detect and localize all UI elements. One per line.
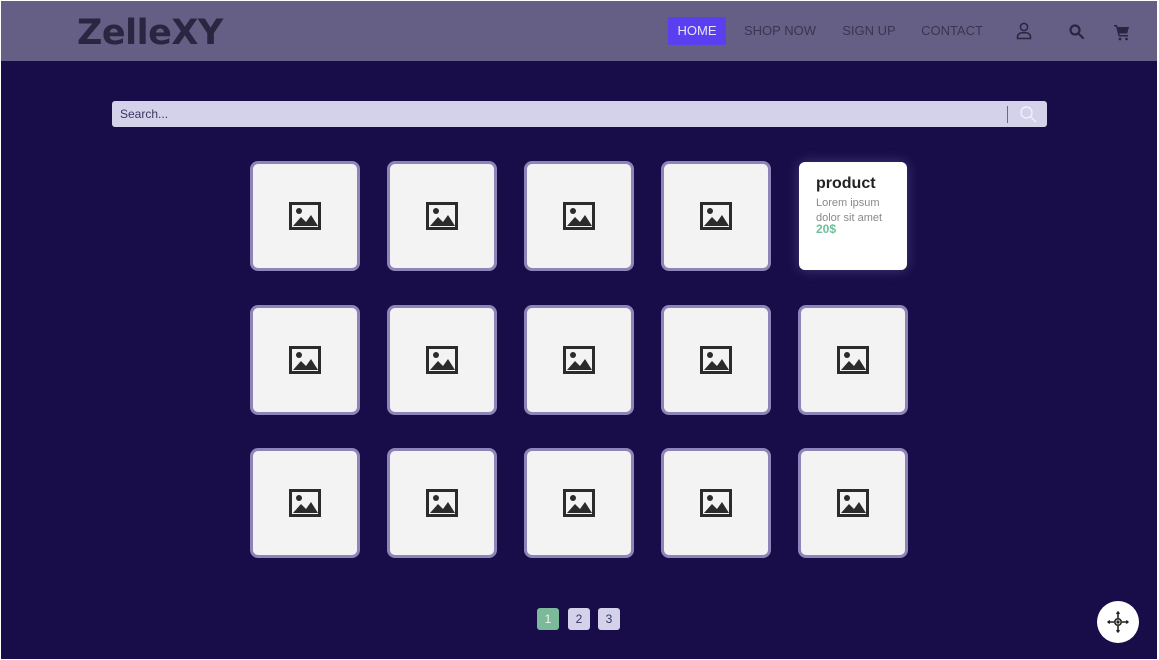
nav-sign-up[interactable]: SIGN UP [837,17,901,45]
product-card[interactable] [524,305,634,415]
image-placeholder-icon [700,489,732,517]
product-card-hovered[interactable]: product Lorem ipsum dolor sit amet 20$ [799,162,907,270]
search-bar [112,101,1047,127]
product-card[interactable] [387,161,497,271]
nav-home[interactable]: HOME [668,17,726,45]
search-submit-icon[interactable] [1018,105,1038,123]
logo[interactable]: ZelleXY [77,13,223,53]
image-placeholder-icon [563,346,595,374]
product-card[interactable] [250,305,360,415]
image-placeholder-icon [289,346,321,374]
product-card[interactable] [387,305,497,415]
product-card[interactable] [798,448,908,558]
page: ZelleXY HOME SHOP NOW SIGN UP CONTACT Se… [1,1,1157,659]
search-divider [1007,106,1008,123]
product-card[interactable] [250,161,360,271]
image-placeholder-icon [289,202,321,230]
product-card[interactable] [524,448,634,558]
image-placeholder-icon [426,489,458,517]
image-placeholder-icon [563,489,595,517]
image-placeholder-icon [289,489,321,517]
product-card[interactable] [387,448,497,558]
image-placeholder-icon [837,346,869,374]
product-card[interactable] [250,448,360,558]
accessibility-button[interactable] [1097,601,1139,643]
product-card[interactable] [661,305,771,415]
nav-contact[interactable]: CONTACT [917,17,987,45]
image-placeholder-icon [426,346,458,374]
page-1-button[interactable]: 1 [537,608,559,630]
product-card[interactable] [661,448,771,558]
image-placeholder-icon [563,202,595,230]
product-card[interactable] [661,161,771,271]
image-placeholder-icon [700,346,732,374]
product-price: 20$ [816,222,837,236]
product-title: product [816,175,876,192]
image-placeholder-icon [426,202,458,230]
navbar: ZelleXY HOME SHOP NOW SIGN UP CONTACT [1,1,1157,61]
user-icon[interactable] [1014,21,1034,41]
cart-icon[interactable] [1112,22,1132,42]
accessibility-icon [1106,610,1130,634]
search-input[interactable] [112,101,1002,127]
image-placeholder-icon [700,202,732,230]
page-3-button[interactable]: 3 [598,608,620,630]
nav-shop-now[interactable]: SHOP NOW [739,17,821,45]
image-placeholder-icon [837,489,869,517]
product-card[interactable] [798,305,908,415]
page-2-button[interactable]: 2 [568,608,590,630]
product-card[interactable] [524,161,634,271]
search-icon[interactable] [1067,22,1087,42]
